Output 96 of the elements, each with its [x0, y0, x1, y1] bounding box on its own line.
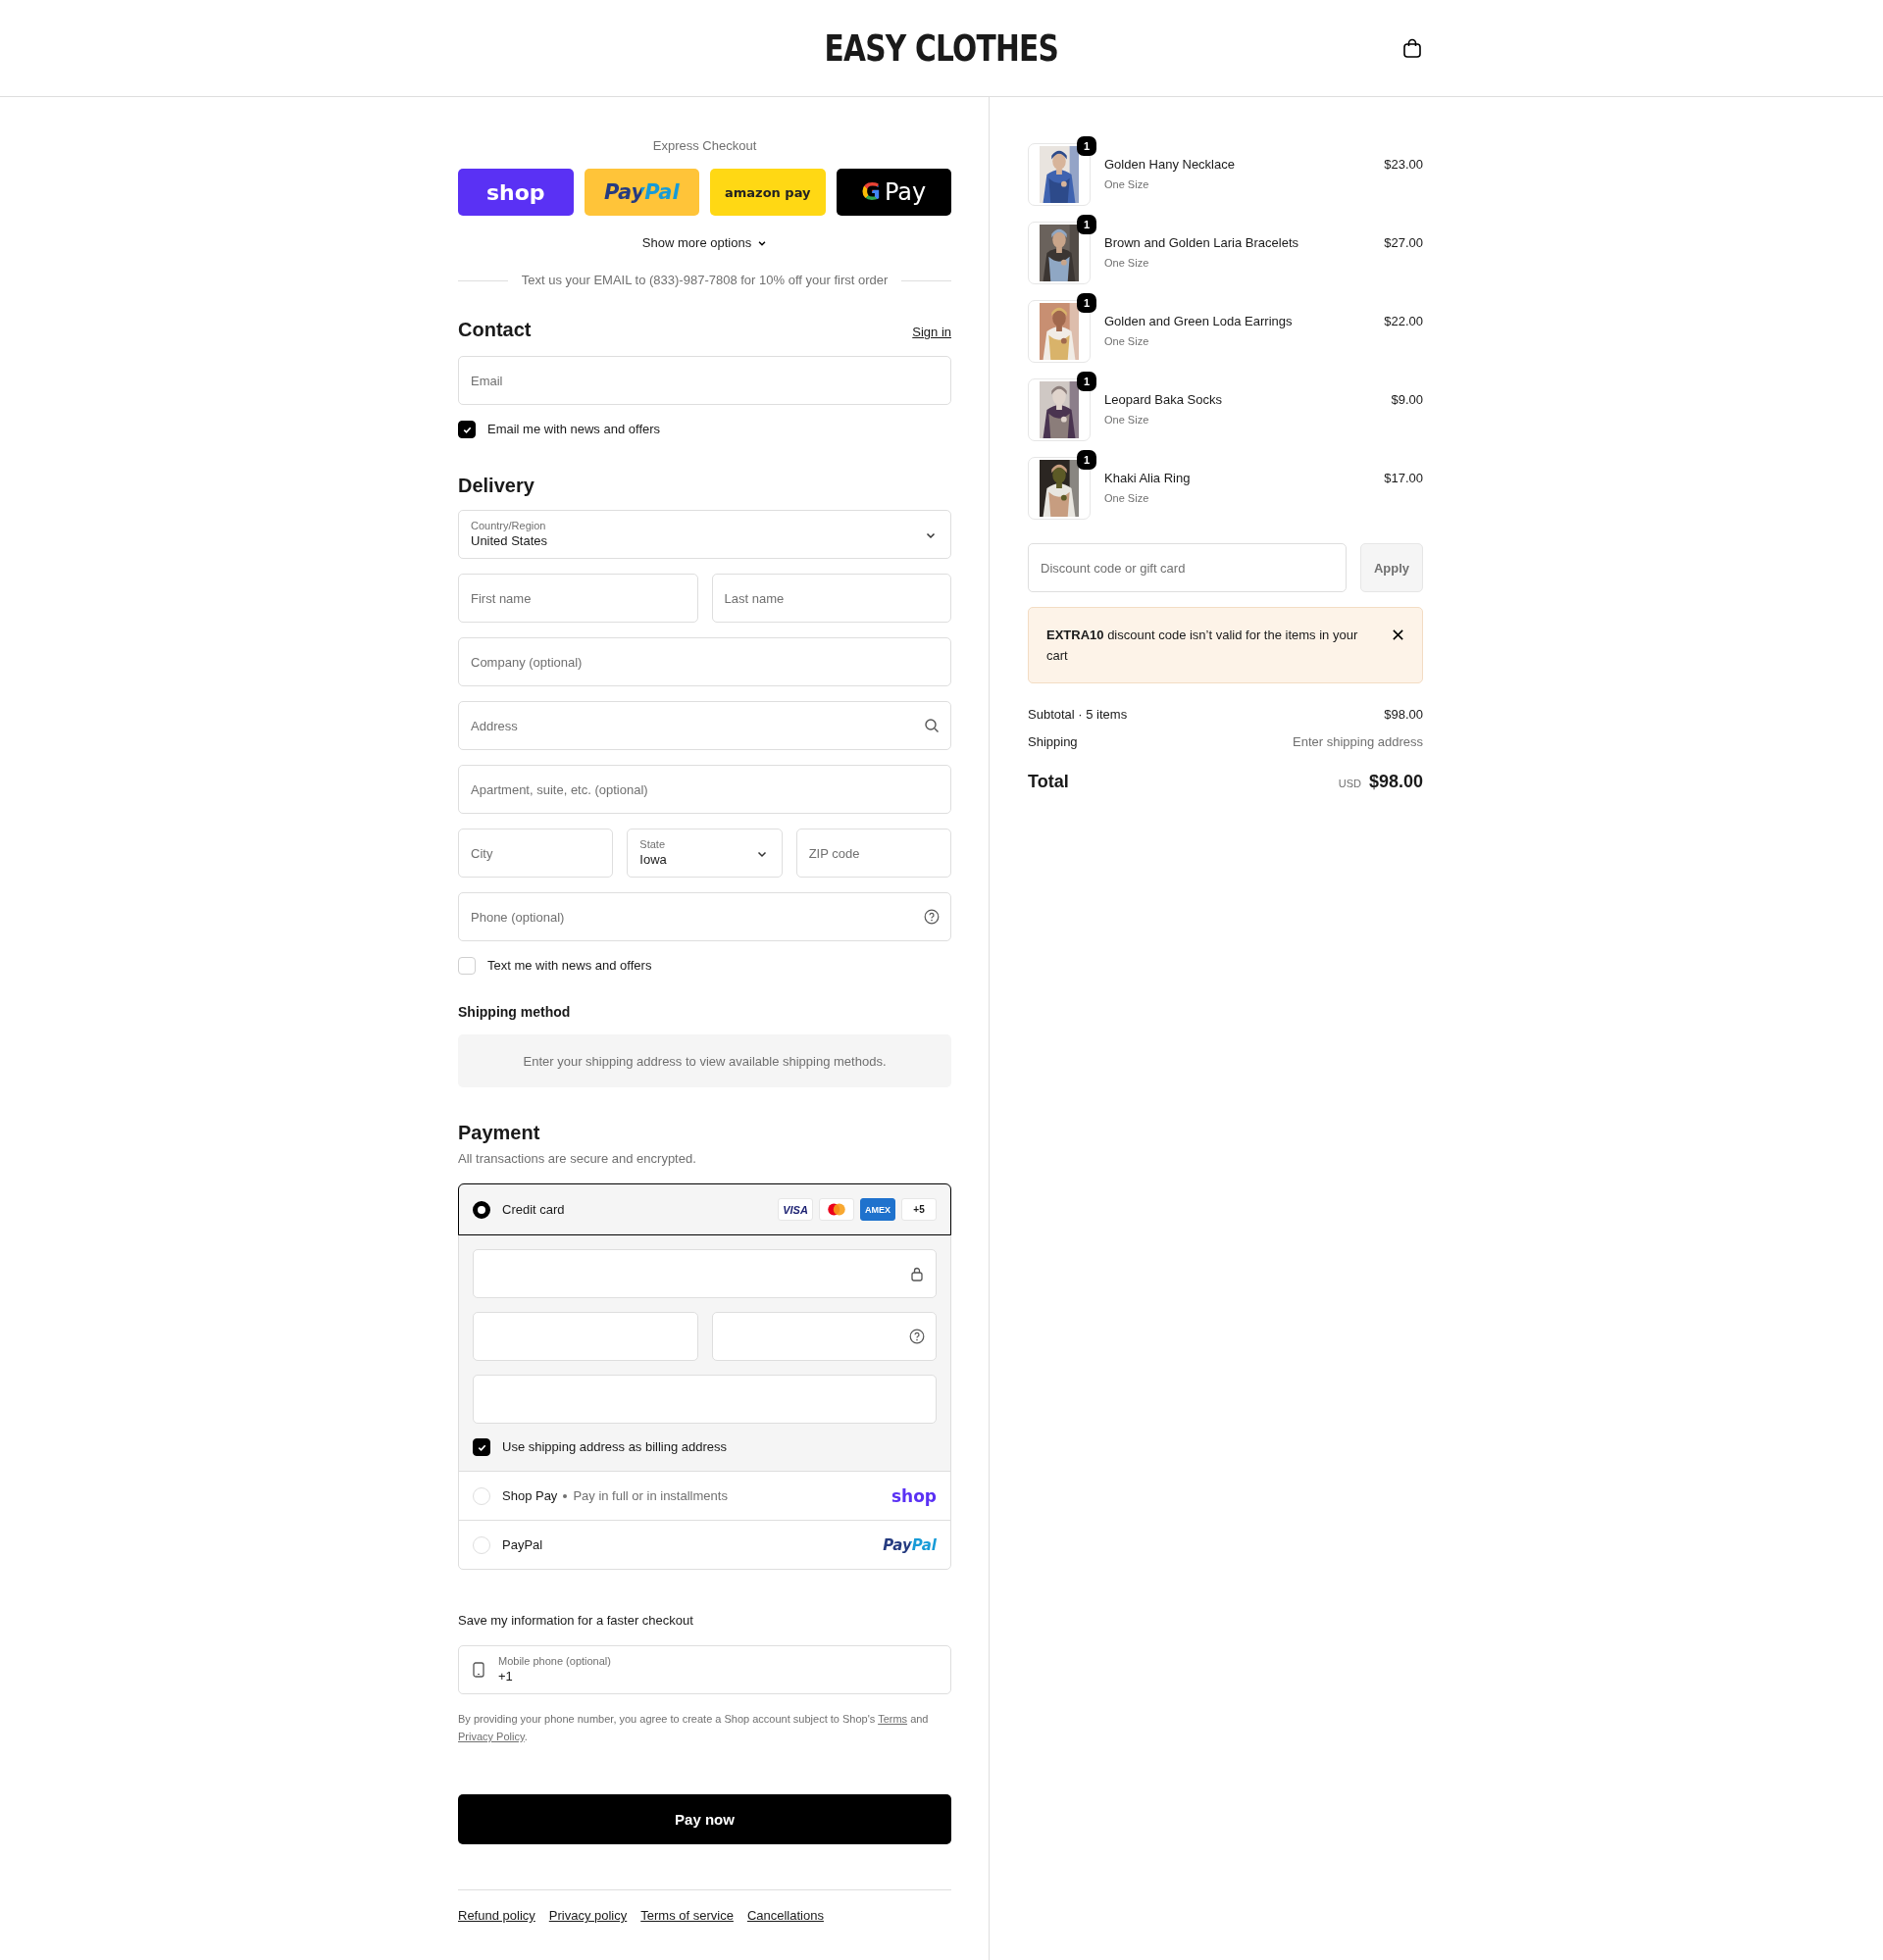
payment-option[interactable]: Shop Pay Pay in full or in installments shop	[459, 1471, 950, 1520]
phone-field[interactable]: Mobile phone (optional) +1	[458, 1645, 951, 1694]
product-price: $27.00	[1384, 234, 1423, 252]
product-price: $17.00	[1384, 470, 1423, 487]
payment-subtitle: All transactions are secure and encrypted.	[458, 1150, 697, 1168]
shipping-label: Shipping	[1028, 733, 1078, 751]
section-heading: Contact	[458, 318, 532, 341]
product-variant: One Size	[1104, 334, 1150, 349]
footer-link[interactable]: Terms of service	[640, 1908, 734, 1923]
shop-logo: shop	[891, 1485, 937, 1506]
text-field[interactable]: Apartment, suite, etc. (optional)	[458, 765, 951, 814]
product-name: Golden and Green Loda Earrings	[1104, 313, 1294, 330]
payment-label: PayPal	[502, 1537, 543, 1552]
footer-link[interactable]: Refund policy	[458, 1908, 535, 1923]
product-name: Leopard Baka Socks	[1104, 391, 1223, 409]
checkbox[interactable]	[458, 421, 476, 438]
footer-link[interactable]: Cancellations	[746, 1908, 824, 1923]
overlapping-circles-icon	[819, 1198, 854, 1221]
section-heading: Delivery	[458, 474, 535, 497]
payment-note: Pay in full or in installments	[573, 1488, 728, 1503]
card-number-field[interactable]	[473, 1249, 937, 1298]
subtotal-label: Subtotal · 5 items	[1028, 706, 1128, 724]
help-icon[interactable]	[909, 1329, 925, 1344]
help-icon[interactable]	[924, 909, 940, 925]
checkbox[interactable]	[473, 1438, 490, 1456]
product-name: Brown and Golden Laria Bracelets	[1104, 234, 1299, 252]
paypal-button[interactable]: PayPal	[584, 169, 699, 216]
pay-now-button[interactable]: Pay now	[458, 1794, 951, 1844]
mobile-phone-icon	[473, 1662, 484, 1678]
quantity-badge: 1	[1077, 372, 1096, 391]
quantity-badge: 1	[1077, 215, 1096, 234]
text-field[interactable]: ZIP code	[795, 829, 951, 878]
security-code-field[interactable]	[711, 1312, 937, 1361]
show-more-options-button[interactable]: Show more options	[641, 233, 768, 253]
lock-icon	[909, 1266, 925, 1282]
legal-link[interactable]: Privacy Policy	[458, 1731, 525, 1742]
total-value: $98.00	[1368, 772, 1423, 791]
express-checkout-title: Express Checkout	[651, 137, 758, 155]
more-brands-badge: +5	[901, 1198, 937, 1221]
product-price: $23.00	[1384, 156, 1423, 174]
product-price: $22.00	[1384, 313, 1423, 330]
legal-link[interactable]: Terms	[878, 1713, 908, 1725]
footer-link[interactable]: Privacy policy	[548, 1908, 628, 1923]
search-icon[interactable]	[924, 718, 940, 733]
sign-in-link[interactable]: Sign in	[912, 325, 951, 339]
shipping-value: Enter shipping address	[1293, 733, 1423, 751]
paypal-logo: PayPal	[883, 1535, 937, 1554]
card-brand-logo: VISA	[778, 1198, 813, 1221]
payment-option[interactable]: Credit card VISA AMEX +5	[459, 1184, 950, 1234]
amazon-pay-button[interactable]: amazon pay	[710, 169, 826, 216]
text-field[interactable]: Last name	[711, 574, 951, 623]
legal-text: By providing your phone number, you agree to create a Shop account subject to Shop's Terms and Privacy Policy.	[458, 1712, 930, 1744]
product-variant: One Size	[1104, 413, 1150, 427]
product-variant: One Size	[1104, 177, 1150, 192]
text-field[interactable]: City	[458, 829, 614, 878]
text-field[interactable]: First name	[458, 574, 698, 623]
quantity-badge: 1	[1077, 450, 1096, 470]
expiry-field[interactable]	[473, 1312, 698, 1361]
total-label: Total	[1028, 772, 1069, 792]
product-name: Khaki Alia Ring	[1104, 470, 1192, 487]
product-name: Golden Hany Necklace	[1104, 156, 1236, 174]
checkbox-label: Text me with news and offers	[487, 957, 652, 975]
quantity-badge: 1	[1077, 293, 1096, 313]
bullet-icon	[563, 1493, 568, 1498]
payment-option[interactable]: PayPal PayPal	[459, 1520, 950, 1569]
text-field[interactable]: Company (optional)	[458, 637, 951, 686]
product-variant: One Size	[1104, 491, 1150, 506]
product-price: $9.00	[1391, 391, 1423, 409]
google-pay-button[interactable]: G Pay	[836, 169, 951, 216]
shopping-bag-icon[interactable]	[1401, 37, 1423, 59]
shipping-notice: Enter your shipping address to view available shipping methods.	[458, 1034, 951, 1087]
product-variant: One Size	[1104, 256, 1150, 271]
text-field[interactable]: Address	[458, 701, 951, 750]
section-heading: Shipping method	[458, 1003, 572, 1022]
card-brand-logo: AMEX	[860, 1198, 895, 1221]
section-heading: Payment	[458, 1121, 541, 1144]
checkbox-label: Email me with news and offers	[487, 421, 661, 438]
store-logo[interactable]: EASY CLOTHES	[824, 26, 1058, 70]
checkbox-label: Use shipping address as billing address	[502, 1438, 728, 1456]
name-on-card-field[interactable]	[473, 1375, 937, 1424]
radio-button[interactable]	[473, 1200, 490, 1219]
text-field[interactable]: Phone (optional)	[458, 892, 951, 941]
currency-code: USD	[1338, 778, 1361, 789]
select-field[interactable]: State Iowa	[627, 829, 783, 878]
save-info-title: Save my information for a faster checkout	[458, 1612, 694, 1630]
select-field[interactable]: Country/Region United States	[458, 510, 951, 559]
payment-label: Shop Pay	[502, 1488, 558, 1503]
promo-text: Text us your EMAIL to (833)-987-7808 for 10% off your first order	[521, 272, 889, 289]
close-icon[interactable]	[1392, 628, 1404, 641]
shop-pay-button[interactable]: shop	[458, 169, 574, 216]
error-message: EXTRA10 discount code isn’t valid for the items in your cart	[1046, 627, 1359, 665]
chevron-down-icon	[757, 238, 768, 248]
email-field[interactable]: Email	[458, 356, 951, 405]
quantity-badge: 1	[1077, 136, 1096, 156]
subtotal-value: $98.00	[1384, 706, 1423, 724]
payment-label: Credit card	[502, 1202, 565, 1217]
